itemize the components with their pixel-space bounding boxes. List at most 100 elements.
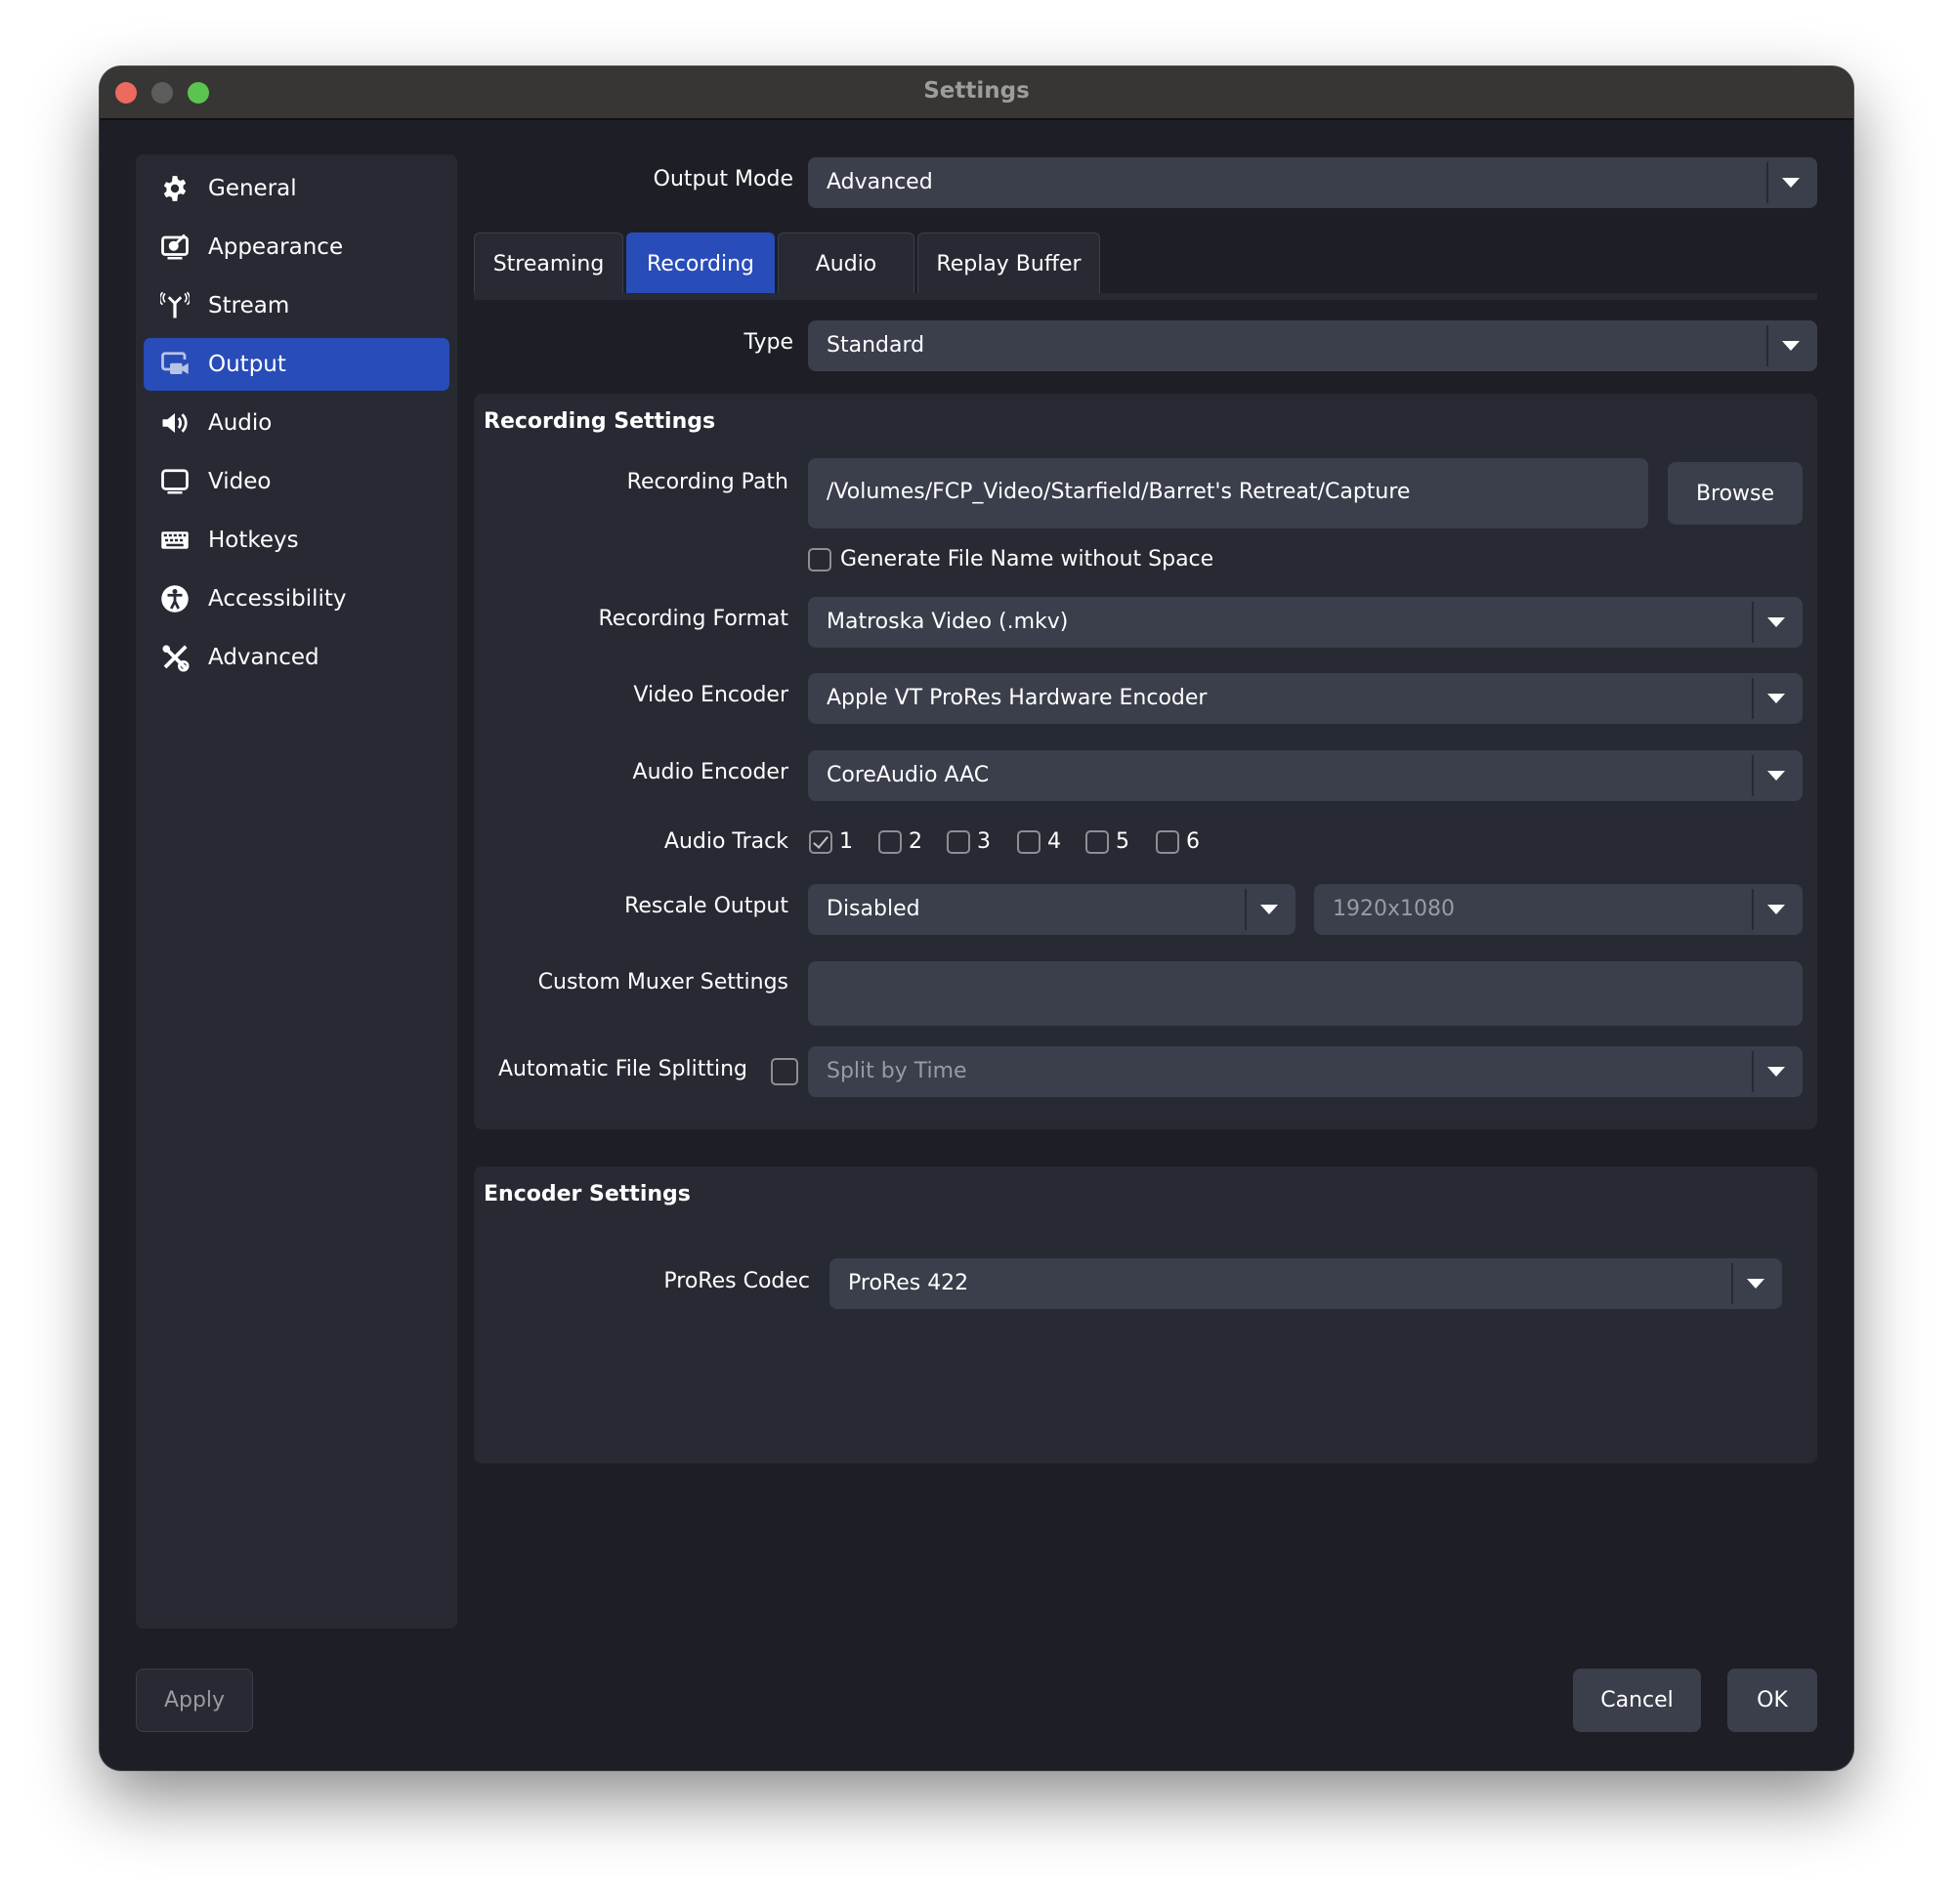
audio-track-2-checkbox[interactable] xyxy=(878,830,902,854)
prores-codec-value: ProRes 422 xyxy=(848,1271,969,1295)
sidebar-item-output[interactable]: Output xyxy=(144,338,449,391)
apply-button[interactable]: Apply xyxy=(136,1669,253,1732)
tab-bar-divider xyxy=(474,293,1817,300)
chevron-down-icon xyxy=(1767,771,1785,781)
recording-settings-group: Recording Settings Recording Path /Volum… xyxy=(474,394,1817,1129)
video-encoder-label: Video Encoder xyxy=(633,683,788,707)
output-mode-dropdown[interactable]: Advanced xyxy=(808,157,1817,208)
sidebar-item-label: Video xyxy=(208,469,272,494)
recording-format-label: Recording Format xyxy=(598,607,788,631)
audio-track-4-checkbox[interactable] xyxy=(1017,830,1041,854)
rescale-resolution-dropdown[interactable]: 1920x1080 xyxy=(1314,884,1803,935)
chevron-down-icon xyxy=(1767,617,1785,627)
sidebar-item-label: Accessibility xyxy=(208,586,347,612)
sidebar-item-general[interactable]: General xyxy=(144,162,449,215)
video-encoder-value: Apple VT ProRes Hardware Encoder xyxy=(827,686,1208,710)
custom-muxer-input[interactable] xyxy=(808,961,1803,1026)
tab-replay-buffer[interactable]: Replay Buffer xyxy=(917,233,1100,294)
speaker-icon xyxy=(158,406,191,440)
gear-icon xyxy=(158,172,191,205)
chevron-down-icon xyxy=(1747,1279,1764,1289)
sidebar-item-hotkeys[interactable]: Hotkeys xyxy=(144,514,449,567)
chevron-down-icon xyxy=(1260,905,1278,914)
sidebar-item-accessibility[interactable]: Accessibility xyxy=(144,572,449,625)
split-mode-value: Split by Time xyxy=(827,1059,967,1083)
sidebar-item-label: Stream xyxy=(208,293,290,318)
custom-muxer-label: Custom Muxer Settings xyxy=(537,970,788,994)
browse-button[interactable]: Browse xyxy=(1668,462,1803,525)
type-label: Type xyxy=(743,330,793,355)
audio-track-1-label: 1 xyxy=(839,829,853,854)
audio-track-2-label: 2 xyxy=(909,829,922,854)
encoder-settings-title: Encoder Settings xyxy=(484,1182,691,1206)
audio-track-6-checkbox[interactable] xyxy=(1156,830,1179,854)
sidebar-item-label: General xyxy=(208,176,297,201)
recording-format-value: Matroska Video (.mkv) xyxy=(827,610,1069,634)
sidebar-item-advanced[interactable]: Advanced xyxy=(144,631,449,684)
tab-streaming[interactable]: Streaming xyxy=(474,233,623,294)
sidebar-item-label: Hotkeys xyxy=(208,528,299,553)
tools-icon xyxy=(158,641,191,674)
chevron-down-icon xyxy=(1782,178,1800,188)
title-bar: Settings xyxy=(100,66,1853,120)
chevron-down-icon xyxy=(1767,694,1785,703)
audio-track-5-label: 5 xyxy=(1116,829,1129,854)
auto-file-splitting-checkbox[interactable] xyxy=(771,1058,798,1085)
encoder-settings-group: Encoder Settings ProRes Codec ProRes 422 xyxy=(474,1166,1817,1463)
accessibility-icon xyxy=(158,582,191,615)
generate-no-space-checkbox[interactable] xyxy=(808,548,831,571)
sidebar-item-audio[interactable]: Audio xyxy=(144,397,449,449)
ok-button[interactable]: OK xyxy=(1727,1669,1817,1732)
sidebar-item-video[interactable]: Video xyxy=(144,455,449,508)
output-mode-label: Output Mode xyxy=(653,167,793,191)
recording-path-value: /Volumes/FCP_Video/Starfield/Barret's Re… xyxy=(827,480,1411,504)
monitor-icon xyxy=(158,465,191,498)
audio-encoder-dropdown[interactable]: CoreAudio AAC xyxy=(808,750,1803,801)
audio-track-3-checkbox[interactable] xyxy=(947,830,970,854)
rescale-output-dropdown[interactable]: Disabled xyxy=(808,884,1296,935)
sidebar: General Appearance Stream Output Audio V… xyxy=(136,154,457,1629)
video-encoder-dropdown[interactable]: Apple VT ProRes Hardware Encoder xyxy=(808,673,1803,724)
output-mode-value: Advanced xyxy=(827,170,933,194)
settings-window: Settings General Appearance Stream Outpu… xyxy=(100,66,1853,1770)
sidebar-item-appearance[interactable]: Appearance xyxy=(144,221,449,274)
rescale-resolution-value: 1920x1080 xyxy=(1333,897,1455,921)
sidebar-item-label: Appearance xyxy=(208,234,344,260)
output-icon xyxy=(158,348,191,381)
sidebar-item-label: Output xyxy=(208,352,286,377)
rescale-output-value: Disabled xyxy=(827,897,920,921)
cancel-button[interactable]: Cancel xyxy=(1573,1669,1701,1732)
audio-track-6-label: 6 xyxy=(1186,829,1200,854)
chevron-down-icon xyxy=(1782,341,1800,351)
audio-track-1-checkbox[interactable] xyxy=(809,830,832,854)
audio-encoder-value: CoreAudio AAC xyxy=(827,763,990,787)
chevron-down-icon xyxy=(1767,905,1785,914)
rescale-output-label: Rescale Output xyxy=(624,894,788,918)
tab-recording[interactable]: Recording xyxy=(626,233,775,294)
audio-encoder-label: Audio Encoder xyxy=(632,760,788,784)
sidebar-item-stream[interactable]: Stream xyxy=(144,279,449,332)
recording-settings-title: Recording Settings xyxy=(484,409,716,434)
keyboard-icon xyxy=(158,524,191,557)
prores-codec-label: ProRes Codec xyxy=(663,1269,810,1293)
auto-file-splitting-label: Automatic File Splitting xyxy=(497,1057,747,1081)
generate-no-space-label: Generate File Name without Space xyxy=(840,547,1214,571)
appearance-icon xyxy=(158,231,191,264)
split-mode-dropdown[interactable]: Split by Time xyxy=(808,1046,1803,1097)
window-title: Settings xyxy=(923,78,1030,104)
audio-track-label: Audio Track xyxy=(663,829,788,854)
recording-format-dropdown[interactable]: Matroska Video (.mkv) xyxy=(808,597,1803,648)
antenna-icon xyxy=(158,289,191,322)
tab-audio[interactable]: Audio xyxy=(778,233,914,294)
type-dropdown[interactable]: Standard xyxy=(808,320,1817,371)
sidebar-item-label: Audio xyxy=(208,410,273,436)
audio-track-5-checkbox[interactable] xyxy=(1085,830,1109,854)
recording-path-input[interactable]: /Volumes/FCP_Video/Starfield/Barret's Re… xyxy=(808,458,1648,529)
audio-track-3-label: 3 xyxy=(977,829,991,854)
sidebar-item-label: Advanced xyxy=(208,645,319,670)
prores-codec-dropdown[interactable]: ProRes 422 xyxy=(829,1258,1782,1309)
type-value: Standard xyxy=(827,333,925,358)
audio-track-4-label: 4 xyxy=(1047,829,1061,854)
chevron-down-icon xyxy=(1767,1067,1785,1077)
recording-path-label: Recording Path xyxy=(626,470,788,494)
